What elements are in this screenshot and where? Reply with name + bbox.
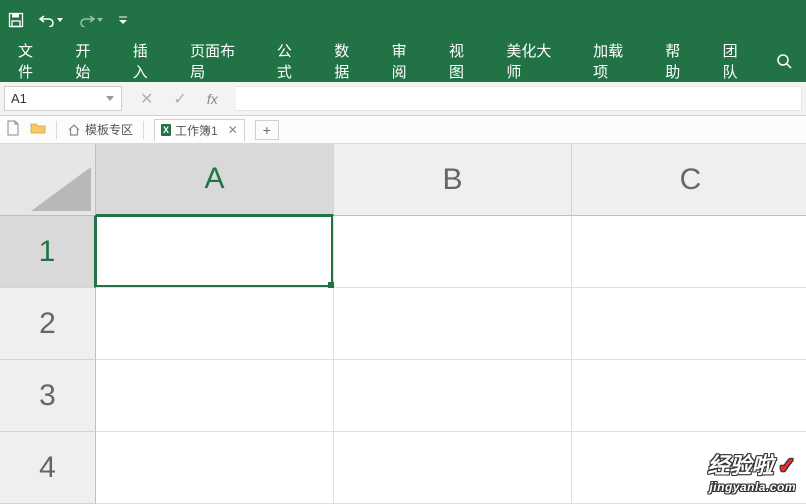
sheet-grid[interactable]: A B C 1 2 3 4 bbox=[0, 144, 806, 502]
row-header-4[interactable]: 4 bbox=[0, 432, 96, 504]
caret-down-icon bbox=[56, 16, 64, 24]
cell-b2[interactable] bbox=[334, 288, 572, 360]
ribbon-tab-team[interactable]: 团队 bbox=[709, 40, 766, 82]
cell-a2[interactable] bbox=[96, 288, 334, 360]
template-zone-label: 模板专区 bbox=[85, 121, 133, 138]
cell-b4[interactable] bbox=[334, 432, 572, 504]
ribbon-tab-insert[interactable]: 插入 bbox=[119, 40, 176, 82]
row-headers: 1 2 3 4 bbox=[0, 216, 96, 504]
row-header-1[interactable]: 1 bbox=[0, 216, 96, 288]
folder-icon bbox=[30, 121, 46, 135]
undo-icon bbox=[38, 13, 56, 27]
name-box-dropdown[interactable] bbox=[105, 90, 115, 108]
formula-bar: ✕ ✓ fx bbox=[0, 82, 806, 116]
cell-c1[interactable] bbox=[572, 216, 806, 288]
cell-b1[interactable] bbox=[334, 216, 572, 288]
column-header-c[interactable]: C bbox=[572, 144, 806, 216]
workbook-tab[interactable]: X 工作簿1 ✕ bbox=[154, 119, 245, 141]
cell-c3[interactable] bbox=[572, 360, 806, 432]
add-tab-button[interactable]: + bbox=[255, 120, 279, 140]
row-header-2[interactable]: 2 bbox=[0, 288, 96, 360]
caret-down-icon bbox=[96, 16, 104, 24]
name-box-input[interactable] bbox=[11, 91, 83, 106]
ribbon-tab-view[interactable]: 视图 bbox=[435, 40, 492, 82]
ribbon-tab-file[interactable]: 文件 bbox=[4, 40, 61, 82]
insert-function-button[interactable]: fx bbox=[207, 91, 218, 107]
ribbon-tabs: 文件 开始 插入 页面布局 公式 数据 审阅 视图 美化大师 加载项 帮助 团队 bbox=[0, 40, 806, 82]
cancel-formula-button: ✕ bbox=[140, 89, 153, 109]
redo-icon bbox=[78, 13, 96, 27]
ribbon-tab-help[interactable]: 帮助 bbox=[651, 40, 708, 82]
ribbon-tab-pagelayout[interactable]: 页面布局 bbox=[176, 40, 263, 82]
undo-button[interactable] bbox=[38, 13, 64, 27]
save-button[interactable] bbox=[8, 12, 24, 28]
separator bbox=[56, 121, 57, 139]
caret-down-icon bbox=[105, 95, 115, 103]
ribbon-tab-review[interactable]: 审阅 bbox=[378, 40, 435, 82]
ribbon-search-button[interactable] bbox=[766, 40, 802, 82]
name-box[interactable] bbox=[4, 86, 122, 111]
cell-c4[interactable] bbox=[572, 432, 806, 504]
formula-buttons: ✕ ✓ fx bbox=[122, 82, 236, 115]
row-header-3[interactable]: 3 bbox=[0, 360, 96, 432]
excel-icon: X bbox=[161, 124, 171, 136]
formula-input[interactable] bbox=[236, 86, 802, 111]
cell-a1[interactable] bbox=[96, 216, 334, 288]
cell-c2[interactable] bbox=[572, 288, 806, 360]
close-tab-button[interactable]: ✕ bbox=[228, 123, 238, 137]
title-bar bbox=[0, 0, 806, 40]
ribbon-tab-home[interactable]: 开始 bbox=[61, 40, 118, 82]
workbook-tab-label: 工作簿1 bbox=[175, 122, 218, 139]
file-tabs-bar: 模板专区 X 工作簿1 ✕ + bbox=[0, 116, 806, 144]
ribbon-tab-beautify[interactable]: 美化大师 bbox=[492, 40, 579, 82]
cell-a4[interactable] bbox=[96, 432, 334, 504]
save-icon bbox=[8, 12, 24, 28]
search-icon bbox=[776, 53, 792, 69]
cell-b3[interactable] bbox=[334, 360, 572, 432]
ribbon-tab-addins[interactable]: 加载项 bbox=[579, 40, 651, 82]
file-icon bbox=[6, 120, 20, 136]
home-icon bbox=[67, 123, 81, 137]
column-header-b[interactable]: B bbox=[334, 144, 572, 216]
column-headers: A B C bbox=[96, 144, 806, 216]
ribbon-tab-formulas[interactable]: 公式 bbox=[263, 40, 320, 82]
open-folder-button[interactable] bbox=[30, 121, 46, 138]
customize-qat-button[interactable] bbox=[118, 15, 128, 25]
confirm-formula-button: ✓ bbox=[173, 89, 186, 109]
template-zone-button[interactable]: 模板专区 bbox=[67, 121, 133, 138]
separator bbox=[143, 121, 144, 139]
quick-access-toolbar bbox=[8, 12, 128, 28]
caret-down-icon bbox=[118, 15, 128, 25]
ribbon-tab-data[interactable]: 数据 bbox=[320, 40, 377, 82]
column-header-a[interactable]: A bbox=[96, 144, 334, 216]
redo-button bbox=[78, 13, 104, 27]
select-all-corner[interactable] bbox=[0, 144, 96, 216]
cell-a3[interactable] bbox=[96, 360, 334, 432]
new-file-button[interactable] bbox=[6, 120, 20, 139]
